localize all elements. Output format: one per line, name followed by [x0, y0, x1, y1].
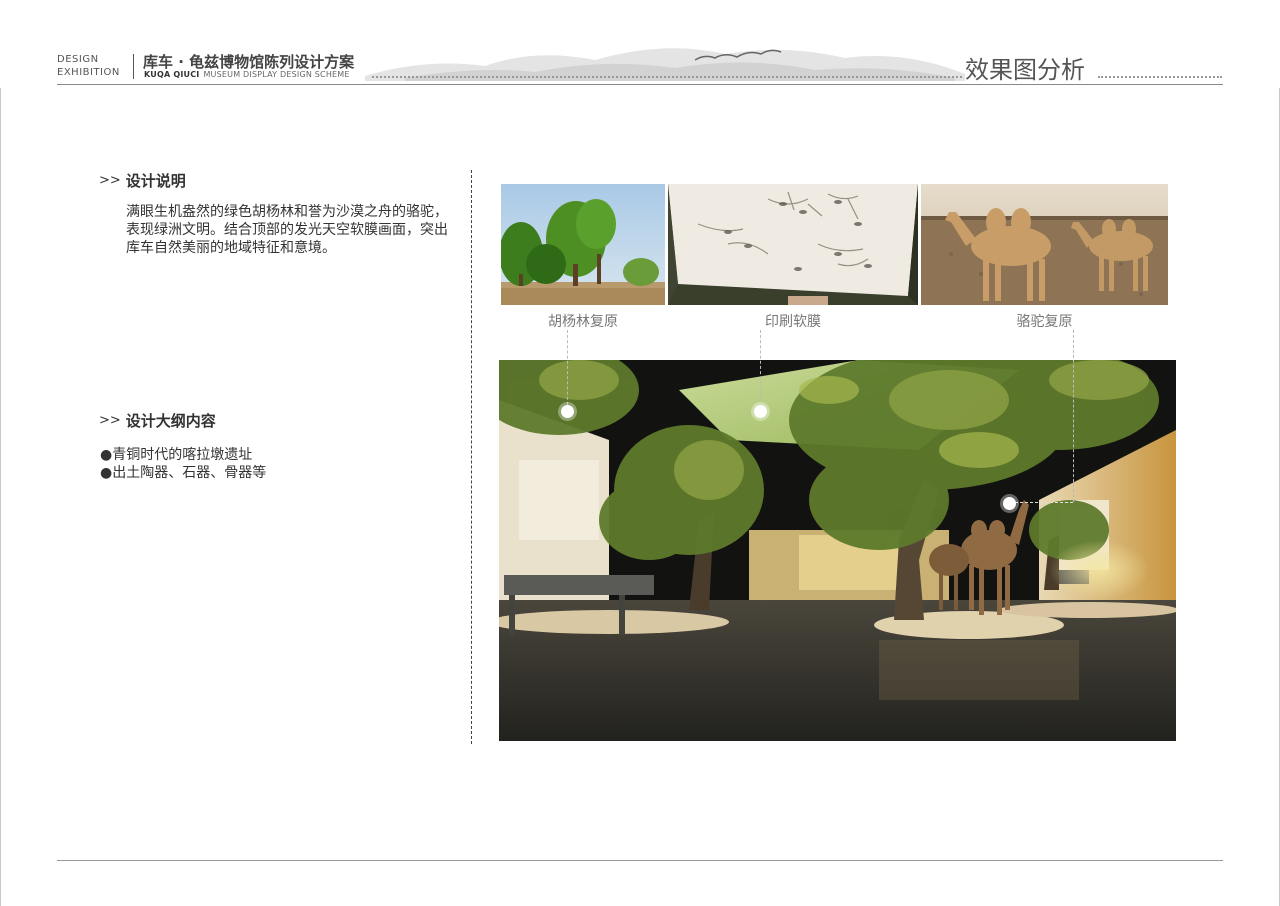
header-subtitle-text: MUSEUM DISPLAY DESIGN SCHEME: [203, 70, 350, 79]
header-title: 库车 · 龟兹博物馆陈列设计方案: [143, 53, 355, 71]
exhibition-rendering: [499, 360, 1176, 741]
header-dotted-line-right: [1098, 76, 1222, 78]
section-design-notes-heading: >> 设计说明: [99, 170, 186, 191]
header-subtitle-bold: KUQA QIUCI: [144, 70, 200, 79]
header-subtitle: KUQA QIUCI MUSEUM DISPLAY DESIGN SCHEME: [144, 70, 350, 79]
marker-dot-icon: [1003, 497, 1016, 510]
photo-caption: 骆驼复原: [1016, 314, 1073, 330]
page-header: DESIGN EXHIBITION 库车 · 龟兹博物馆陈列设计方案 KUQA …: [0, 0, 1280, 90]
column-divider: [471, 170, 472, 744]
printed-membrane-photo: [668, 184, 918, 305]
chevron-icon: >>: [99, 173, 121, 188]
header-mountain-decoration: [365, 48, 965, 81]
leader-line: [1010, 502, 1073, 503]
leader-line: [760, 330, 761, 410]
camel-photo: [921, 184, 1168, 305]
page-border-left: [0, 88, 1, 906]
design-notes-body: 满眼生机盎然的绿色胡杨林和誉为沙漠之舟的骆驼，表现绿洲文明。结合顶部的发光天空软…: [100, 203, 450, 257]
header-en-line1: DESIGN: [57, 54, 99, 65]
leader-line: [1073, 330, 1074, 502]
header-separator: [133, 54, 134, 79]
marker-dot-icon: [754, 405, 767, 418]
outline-list: ●青铜时代的喀拉墩遗址 ●出土陶器、石器、骨器等: [100, 446, 266, 482]
header-rule: [57, 84, 1223, 85]
header-en-line2: EXHIBITION: [57, 67, 120, 78]
section-heading-text: 设计说明: [125, 172, 186, 190]
page-heading: 效果图分析: [965, 56, 1085, 84]
poplar-forest-photo: [501, 184, 665, 305]
photo-caption: 印刷软膜: [765, 314, 821, 330]
footer-rule: [57, 860, 1223, 861]
list-item: ●出土陶器、石器、骨器等: [100, 465, 267, 481]
section-outline-heading: >> 设计大纲内容: [99, 410, 216, 431]
section-heading-text: 设计大纲内容: [125, 412, 216, 430]
chevron-icon: >>: [99, 413, 121, 428]
list-item: ●青铜时代的喀拉墩遗址: [100, 447, 253, 463]
marker-dot-icon: [561, 405, 574, 418]
design-notes-text: 满眼生机盎然的绿色胡杨林和誉为沙漠之舟的骆驼，表现绿洲文明。结合顶部的发光天空软…: [126, 204, 448, 256]
header-dotted-line-left: [372, 76, 962, 78]
leader-line: [567, 330, 568, 410]
photo-caption: 胡杨林复原: [548, 314, 618, 330]
